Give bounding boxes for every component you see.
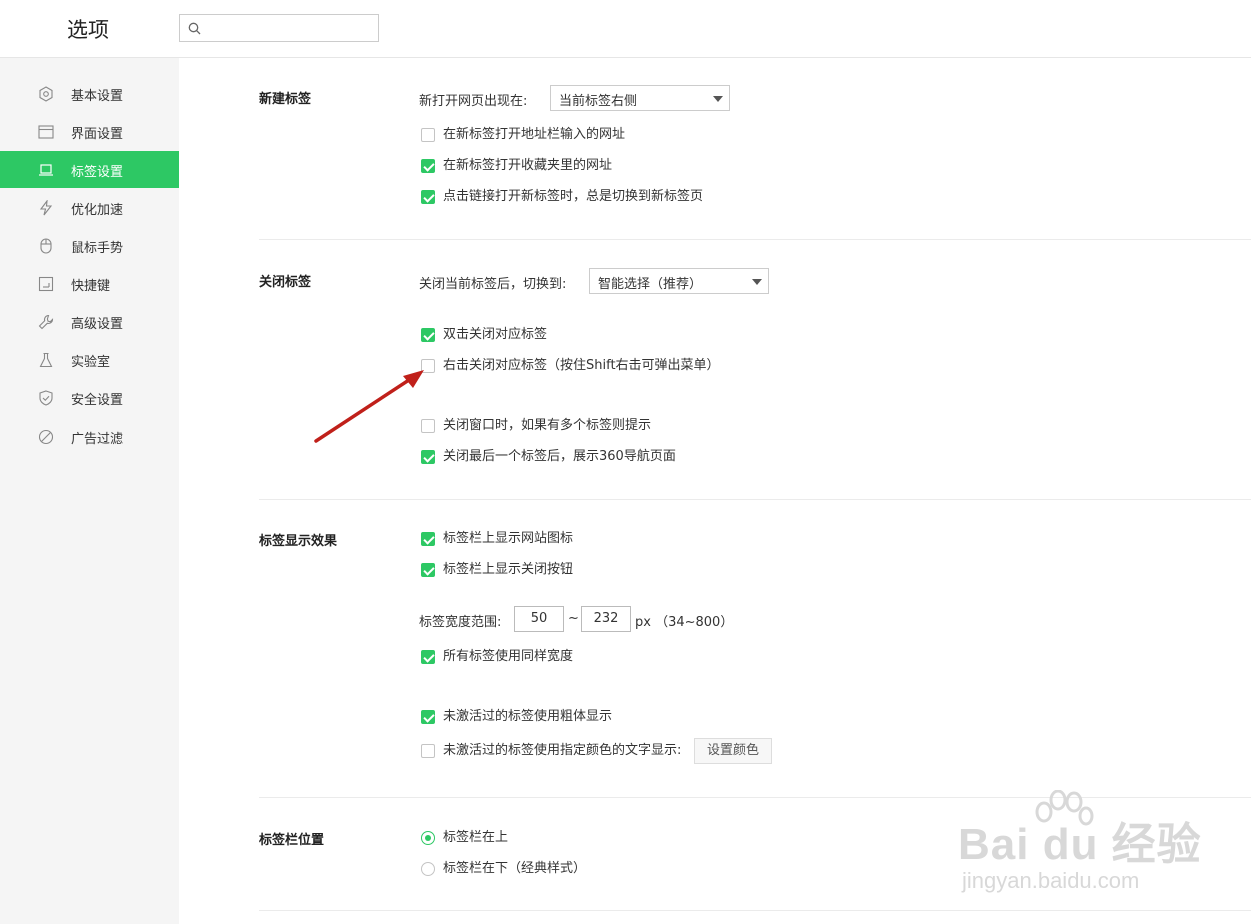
section-title-position: 标签栏位置 (259, 833, 325, 848)
divider (259, 499, 1251, 500)
checkbox[interactable] (421, 650, 435, 664)
open-position-value: 当前标签右侧 (559, 94, 638, 109)
sidebar-item-advanced[interactable]: 高级设置 (0, 303, 179, 340)
block-icon (38, 429, 54, 445)
divider (259, 797, 1251, 798)
sidebar-item-tabs[interactable]: 标签设置 (0, 151, 179, 188)
sidebar-item-label: 广告过滤 (71, 432, 124, 447)
tab-width-min-input[interactable]: 50 (514, 606, 564, 632)
checkbox[interactable] (421, 128, 435, 142)
checkbox[interactable] (421, 190, 435, 204)
header: 选项 (0, 0, 1251, 58)
annotation-arrow-icon (314, 370, 424, 443)
radio-button[interactable] (421, 831, 435, 845)
divider (259, 239, 1251, 240)
sidebar-item-label: 基本设置 (71, 89, 124, 104)
chevron-down-icon (713, 96, 723, 102)
tab-icon (39, 164, 53, 176)
sidebar-item-label: 界面设置 (71, 127, 124, 142)
switch-after-close-value: 智能选择（推荐） (598, 277, 703, 292)
sidebar: 基本设置 界面设置 标签设置 优化加速 鼠标手势 快捷键 高级设置 实验室 安全… (0, 58, 179, 924)
window-icon (38, 125, 54, 139)
sidebar-item-interface[interactable]: 界面设置 (0, 113, 179, 150)
chevron-down-icon (752, 279, 762, 285)
checkbox[interactable] (421, 744, 435, 758)
tab-width-label: 标签宽度范围: (419, 615, 502, 630)
checkbox[interactable] (421, 532, 435, 546)
search-input[interactable] (179, 14, 379, 42)
sidebar-item-speedup[interactable]: 优化加速 (0, 189, 179, 226)
sidebar-item-label: 标签设置 (71, 165, 124, 180)
sidebar-item-adblock[interactable]: 广告过滤 (0, 418, 179, 455)
sidebar-item-label: 优化加速 (71, 203, 124, 218)
divider (259, 910, 1251, 911)
mouse-icon (40, 238, 52, 254)
section-title-display: 标签显示效果 (259, 534, 338, 549)
checkbox[interactable] (421, 450, 435, 464)
radio-button[interactable] (421, 862, 435, 876)
checkbox[interactable] (421, 563, 435, 577)
sidebar-item-basic[interactable]: 基本设置 (0, 75, 179, 112)
sidebar-item-lab[interactable]: 实验室 (0, 341, 179, 378)
sidebar-item-security[interactable]: 安全设置 (0, 379, 179, 416)
checkbox[interactable] (421, 328, 435, 342)
tab-width-unit: px （34~800） (635, 615, 734, 630)
switch-after-close-select[interactable]: 智能选择（推荐） (589, 268, 769, 294)
tab-width-max-input[interactable]: 232 (581, 606, 631, 632)
sidebar-item-gestures[interactable]: 鼠标手势 (0, 227, 179, 264)
set-color-button[interactable]: 设置颜色 (694, 738, 772, 764)
sidebar-item-label: 鼠标手势 (71, 241, 124, 256)
checkbox[interactable] (421, 159, 435, 173)
section-title-close-tab: 关闭标签 (259, 275, 312, 290)
flask-icon (39, 352, 53, 368)
sidebar-item-label: 高级设置 (71, 317, 124, 332)
switch-after-close-label: 关闭当前标签后，切换到: (419, 277, 567, 292)
wrench-icon (38, 314, 54, 330)
sidebar-item-label: 安全设置 (71, 393, 124, 408)
sidebar-item-label: 快捷键 (71, 279, 111, 294)
settings-icon (39, 86, 53, 102)
open-position-label: 新打开网页出现在: (419, 94, 528, 109)
watermark-main: Bai du 经验 (958, 820, 1202, 869)
search-icon (188, 22, 201, 35)
checkbox[interactable] (421, 710, 435, 724)
page-title: 选项 (67, 18, 109, 42)
section-title-new-tab: 新建标签 (259, 92, 312, 107)
tab-width-separator: ~ (568, 611, 579, 626)
sidebar-item-label: 实验室 (71, 355, 111, 370)
shield-icon (39, 390, 53, 406)
open-position-select[interactable]: 当前标签右侧 (550, 85, 730, 111)
watermark-url: jingyan.baidu.com (962, 868, 1140, 893)
sidebar-item-shortcuts[interactable]: 快捷键 (0, 265, 179, 302)
keyboard-icon (38, 276, 54, 292)
lightning-icon (39, 200, 53, 216)
